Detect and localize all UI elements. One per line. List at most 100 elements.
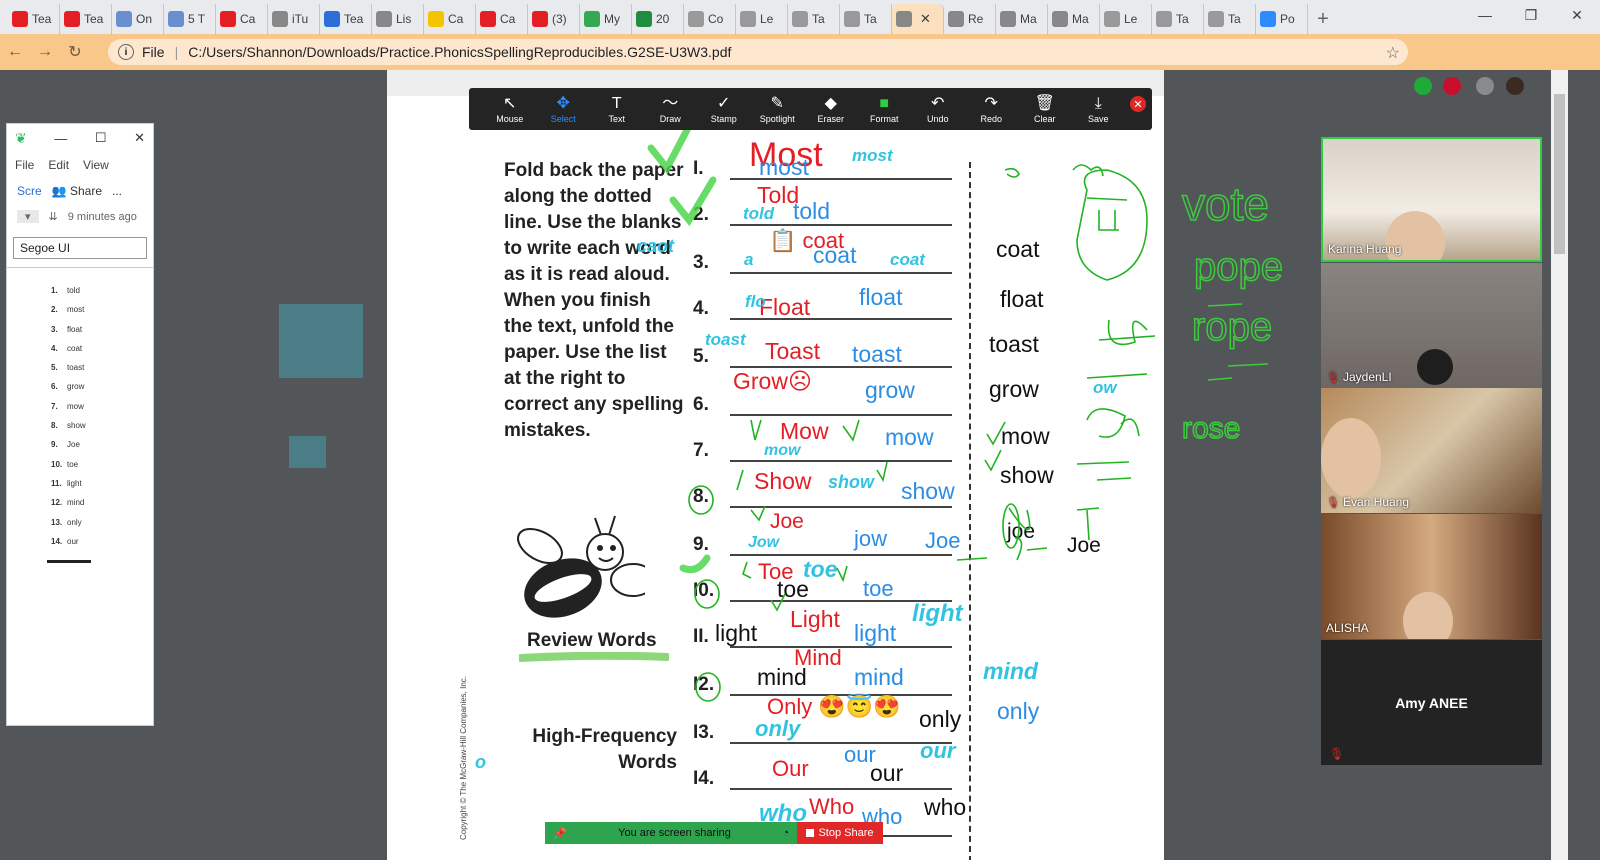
browser-tab[interactable]: Ma xyxy=(1048,4,1100,34)
page-scrollbar[interactable] xyxy=(1551,70,1568,860)
item-number: 8. xyxy=(693,486,709,507)
tool-draw[interactable]: 〜 Draw xyxy=(644,94,698,124)
cyan-mind: mind xyxy=(983,658,1038,684)
tab-label: Tea xyxy=(344,12,364,26)
tab-label: Le xyxy=(760,12,774,26)
undo-icon: ↶ xyxy=(931,95,945,112)
close-icon[interactable]: ✕ xyxy=(134,130,145,146)
tool-spotlight[interactable]: ✎ Spotlight xyxy=(751,94,805,124)
browser-tab[interactable]: Ta xyxy=(1152,4,1204,34)
tool-label: Spotlight xyxy=(759,114,795,124)
browser-tab[interactable]: Po xyxy=(1256,4,1308,34)
back-icon[interactable]: ← xyxy=(0,43,30,61)
browser-tab[interactable]: Ta xyxy=(788,4,840,34)
restore-icon[interactable]: ❐ xyxy=(1508,0,1554,30)
forward-icon[interactable]: → xyxy=(30,43,60,61)
tool-mouse[interactable]: ↖ Mouse xyxy=(483,94,537,124)
tab-label: Tea xyxy=(84,12,104,26)
tool-select[interactable]: ✥ Select xyxy=(537,94,591,124)
tool-eraser[interactable]: ◆ Eraser xyxy=(804,94,858,124)
participant-name-center: Amy ANEE xyxy=(1395,694,1468,711)
tool-format[interactable]: ■ Format xyxy=(858,94,912,124)
tab-favicon-icon xyxy=(12,11,28,27)
tool-save[interactable]: ⤓ Save xyxy=(1072,94,1126,124)
browser-tab[interactable]: Ca xyxy=(216,4,268,34)
browser-tab[interactable]: Le xyxy=(736,4,788,34)
scroll-thumb[interactable] xyxy=(1554,94,1565,254)
browser-tab[interactable]: On xyxy=(112,4,164,34)
tool-text[interactable]: T Text xyxy=(590,94,644,124)
tool-stamp[interactable]: ✓ Stamp xyxy=(697,94,751,124)
participant-video[interactable]: 🎙 Evan Huang xyxy=(1321,388,1542,513)
participant-video[interactable]: Amy ANEE 🎙 xyxy=(1321,640,1542,765)
stop-share-button[interactable]: Stop Share xyxy=(797,822,883,844)
share-icon: 👥 xyxy=(51,184,67,198)
scre-link[interactable]: Scre xyxy=(17,184,42,198)
browser-tab[interactable]: Tea xyxy=(60,4,112,34)
expand-icon[interactable]: ⇊ xyxy=(49,210,58,223)
menu-view[interactable]: View xyxy=(83,158,109,172)
maximize-icon[interactable]: ☐ xyxy=(95,130,107,146)
share-button[interactable]: 👥 Share xyxy=(52,184,102,198)
browser-tab[interactable]: Ta xyxy=(1204,4,1256,34)
menu-file[interactable]: File xyxy=(15,158,34,172)
chevron-down-icon[interactable]: ▾ xyxy=(17,210,39,223)
key-grow: grow xyxy=(989,376,1039,402)
answer-blank xyxy=(730,554,952,556)
cyan-o: o xyxy=(475,752,486,772)
close-window-icon[interactable]: ✕ xyxy=(1554,0,1600,30)
draw-icon: 〜 xyxy=(662,95,679,112)
more-icon[interactable]: ... xyxy=(112,184,122,198)
participant-video[interactable]: ALISHA xyxy=(1321,514,1542,639)
blue-mind: mind xyxy=(854,664,904,690)
browser-tab[interactable]: Le xyxy=(1100,4,1152,34)
reload-icon[interactable]: ↻ xyxy=(60,42,90,62)
participant-video[interactable]: Karina Huang xyxy=(1321,137,1542,262)
browser-tab[interactable]: ✕ xyxy=(892,4,944,34)
tab-label: My xyxy=(604,12,620,26)
extension-icon[interactable] xyxy=(1414,77,1432,95)
participant-video[interactable]: 🎙 JaydenLI xyxy=(1321,263,1542,388)
sharing-status[interactable]: 📌 You are screen sharing ◔ xyxy=(545,822,797,844)
close-toolbar-icon[interactable]: ✕ xyxy=(1130,96,1146,112)
address-bar: ← → ↻ i File | C:/Users/Shannon/Download… xyxy=(0,34,1600,95)
browser-tab[interactable]: (3) xyxy=(528,4,580,34)
browser-tab[interactable]: Ta xyxy=(840,4,892,34)
cyan-mow: mow xyxy=(764,442,801,459)
font-select[interactable]: Segoe UI xyxy=(13,237,147,259)
close-tab-icon[interactable]: ✕ xyxy=(920,11,931,27)
menu-edit[interactable]: Edit xyxy=(48,158,69,172)
browser-tab[interactable]: Co xyxy=(684,4,736,34)
browser-tab[interactable]: My xyxy=(580,4,632,34)
minimize-icon[interactable]: — xyxy=(1462,0,1508,30)
browser-tab[interactable]: 20 xyxy=(632,4,684,34)
info-icon[interactable]: i xyxy=(118,44,134,60)
red-float: Float xyxy=(759,294,811,320)
tool-clear[interactable]: 🗑 Clear xyxy=(1018,94,1072,124)
browser-tab[interactable]: iTu xyxy=(268,4,320,34)
tab-favicon-icon xyxy=(324,11,340,27)
ublock-icon[interactable] xyxy=(1443,77,1461,95)
tool-undo[interactable]: ↶ Undo xyxy=(911,94,965,124)
puzzle-icon[interactable] xyxy=(1476,77,1494,95)
browser-tab[interactable]: Ca xyxy=(476,4,528,34)
tab-label: Ca xyxy=(500,12,516,26)
new-tab-button[interactable]: + xyxy=(1308,4,1338,34)
profile-avatar[interactable] xyxy=(1506,77,1524,95)
minimize-icon[interactable]: — xyxy=(54,131,67,146)
notes-titlebar: ❦ — ☐ ✕ xyxy=(7,124,153,152)
blue-coat: coat xyxy=(813,242,857,268)
url-input[interactable]: i File | C:/Users/Shannon/Downloads/Prac… xyxy=(108,39,1408,65)
browser-tab[interactable]: Re xyxy=(944,4,996,34)
browser-tab[interactable]: Tea xyxy=(8,4,60,34)
browser-tab[interactable]: 5 T xyxy=(164,4,216,34)
browser-tab[interactable]: Tea xyxy=(320,4,372,34)
browser-tab[interactable]: Lis xyxy=(372,4,424,34)
bookmark-star-icon[interactable]: ☆ xyxy=(1386,43,1400,63)
key-who: who xyxy=(924,794,967,820)
item-number: I0. xyxy=(693,580,715,601)
tab-favicon-icon xyxy=(1104,11,1120,27)
browser-tab[interactable]: Ma xyxy=(996,4,1048,34)
tool-redo[interactable]: ↷ Redo xyxy=(965,94,1019,124)
browser-tab[interactable]: Ca xyxy=(424,4,476,34)
